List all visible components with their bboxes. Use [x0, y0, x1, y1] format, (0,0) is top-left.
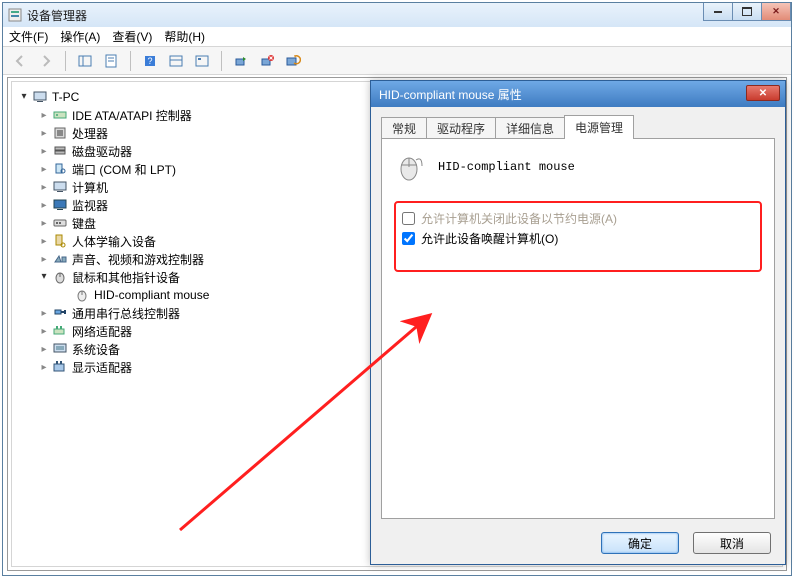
allow-power-off-row[interactable]: 允许计算机关闭此设备以节约电源(A)	[402, 210, 754, 227]
tree-node-label: 声音、视频和游戏控制器	[72, 251, 204, 268]
ok-button[interactable]: 确定	[601, 532, 679, 554]
tree-node-label: IDE ATA/ATAPI 控制器	[72, 107, 192, 124]
maximize-button[interactable]	[732, 3, 762, 21]
device-category-icon	[52, 251, 68, 267]
cancel-button[interactable]: 取消	[693, 532, 771, 554]
tree-node-label: 磁盘驱动器	[72, 143, 132, 160]
expand-toggle-icon[interactable]	[38, 325, 50, 337]
dialog-titlebar[interactable]: HID-compliant mouse 属性	[371, 81, 785, 107]
tab-strip: 常规 驱动程序 详细信息 电源管理	[381, 115, 775, 139]
tree-node-label: 鼠标和其他指针设备	[72, 269, 180, 286]
tab-general[interactable]: 常规	[381, 117, 427, 139]
menu-help[interactable]: 帮助(H)	[164, 28, 205, 45]
expand-toggle-icon[interactable]	[38, 235, 50, 247]
dialog-title: HID-compliant mouse 属性	[379, 86, 522, 103]
allow-wake-row[interactable]: 允许此设备唤醒计算机(O)	[402, 230, 754, 247]
scan-hardware-button[interactable]	[282, 50, 304, 72]
device-category-icon	[52, 179, 68, 195]
main-window-title: 设备管理器	[27, 7, 87, 24]
device-category-icon	[52, 305, 68, 321]
toolbar-separator	[130, 51, 131, 71]
tree-node-label: 处理器	[72, 125, 108, 142]
uninstall-button[interactable]	[256, 50, 278, 72]
expand-toggle-icon[interactable]	[38, 361, 50, 373]
tree-node-label: 监视器	[72, 197, 108, 214]
expand-toggle-icon[interactable]	[18, 91, 30, 103]
device-category-icon	[52, 359, 68, 375]
expand-toggle-icon[interactable]	[38, 343, 50, 355]
expand-toggle-icon[interactable]	[38, 307, 50, 319]
tab-panel-power: HID-compliant mouse 允许计算机关闭此设备以节约电源(A) 允…	[381, 139, 775, 519]
menu-bar: 文件(F) 操作(A) 查看(V) 帮助(H)	[3, 27, 791, 47]
device-name-label: HID-compliant mouse	[438, 160, 575, 174]
device-category-icon	[52, 125, 68, 141]
device-category-icon	[52, 197, 68, 213]
tree-node-label: 人体学输入设备	[72, 233, 156, 250]
toolbar-separator	[65, 51, 66, 71]
allow-power-off-label: 允许计算机关闭此设备以节约电源(A)	[421, 210, 617, 227]
expand-toggle-icon[interactable]	[38, 145, 50, 157]
expand-toggle-icon[interactable]	[38, 271, 50, 283]
show-hide-tree-button[interactable]	[74, 50, 96, 72]
allow-power-off-checkbox[interactable]	[402, 212, 415, 225]
expand-toggle-icon[interactable]	[38, 253, 50, 265]
device-header: HID-compliant mouse	[394, 151, 762, 183]
tree-node-label: 端口 (COM 和 LPT)	[72, 161, 176, 178]
device-category-icon	[52, 215, 68, 231]
mouse-category-icon	[52, 269, 68, 285]
expand-toggle-icon[interactable]	[38, 163, 50, 175]
close-button[interactable]	[761, 3, 791, 21]
mouse-icon	[74, 287, 90, 303]
update-driver-button[interactable]	[230, 50, 252, 72]
menu-view[interactable]: 查看(V)	[112, 28, 152, 45]
dialog-close-button[interactable]	[746, 85, 780, 101]
tab-details[interactable]: 详细信息	[495, 117, 565, 139]
toolbar-button[interactable]	[165, 50, 187, 72]
device-category-icon	[52, 233, 68, 249]
tree-node-label: HID-compliant mouse	[94, 288, 209, 302]
tab-power-management[interactable]: 电源管理	[564, 115, 634, 139]
properties-button[interactable]	[100, 50, 122, 72]
help-button[interactable]: ?	[139, 50, 161, 72]
toolbar-button[interactable]	[191, 50, 213, 72]
menu-file[interactable]: 文件(F)	[9, 28, 48, 45]
device-category-icon	[52, 143, 68, 159]
device-category-icon	[52, 323, 68, 339]
annotation-highlight: 允许计算机关闭此设备以节约电源(A) 允许此设备唤醒计算机(O)	[394, 201, 762, 272]
svg-text:?: ?	[147, 56, 152, 66]
device-category-icon	[52, 161, 68, 177]
expand-toggle-icon[interactable]	[38, 181, 50, 193]
main-titlebar[interactable]: 设备管理器	[3, 3, 791, 27]
tree-node-label: T-PC	[52, 90, 79, 104]
back-button[interactable]	[9, 50, 31, 72]
mouse-large-icon	[394, 151, 426, 183]
tree-node-label: 键盘	[72, 215, 96, 232]
device-category-icon	[52, 107, 68, 123]
menu-action[interactable]: 操作(A)	[60, 28, 100, 45]
tab-driver[interactable]: 驱动程序	[426, 117, 496, 139]
dialog-button-row: 确定 取消	[601, 532, 771, 554]
window-controls	[704, 3, 791, 21]
tree-node-label: 计算机	[72, 179, 108, 196]
toolbar-separator	[221, 51, 222, 71]
computer-icon	[32, 89, 48, 105]
tree-node-label: 系统设备	[72, 341, 120, 358]
expand-toggle-icon[interactable]	[38, 109, 50, 121]
app-icon	[7, 7, 23, 23]
tree-node-label: 显示适配器	[72, 359, 132, 376]
allow-wake-label: 允许此设备唤醒计算机(O)	[421, 230, 558, 247]
forward-button[interactable]	[35, 50, 57, 72]
tree-node-label: 网络适配器	[72, 323, 132, 340]
device-category-icon	[52, 341, 68, 357]
tree-node-label: 通用串行总线控制器	[72, 305, 180, 322]
properties-dialog: HID-compliant mouse 属性 常规 驱动程序 详细信息 电源管理…	[370, 80, 786, 565]
expand-toggle-icon[interactable]	[38, 199, 50, 211]
minimize-button[interactable]	[703, 3, 733, 21]
expand-toggle-icon[interactable]	[38, 217, 50, 229]
toolbar: ?	[3, 47, 791, 75]
expand-toggle-icon[interactable]	[38, 127, 50, 139]
allow-wake-checkbox[interactable]	[402, 232, 415, 245]
